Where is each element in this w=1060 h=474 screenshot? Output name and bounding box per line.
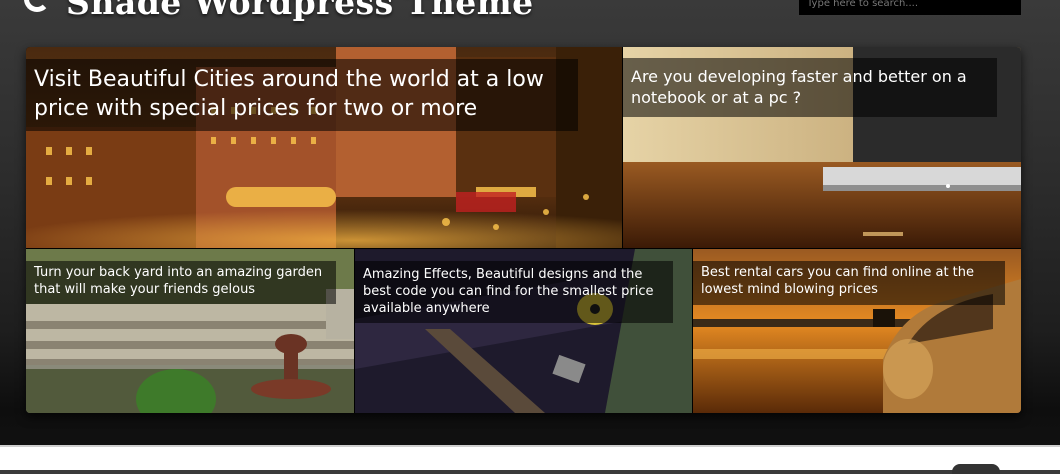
page-footer [0,445,1060,474]
slide-notebook[interactable]: Are you developing faster and better on … [623,47,1021,248]
slide-cars[interactable]: Best rental cars you can find online at … [693,249,1021,413]
slide-caption: Amazing Effects, Beautiful designs and t… [355,261,673,323]
slide-caption: Are you developing faster and better on … [623,58,997,117]
slide-effects[interactable]: Amazing Effects, Beautiful designs and t… [355,249,692,413]
search-input[interactable]: Type here to search.... [798,0,1022,16]
site-title[interactable]: Shade Wordpress Theme [66,0,534,22]
slide-city[interactable]: Visit Beautiful Cities around the world … [26,47,622,248]
slide-caption: Visit Beautiful Cities around the world … [26,59,578,131]
image-slider: Visit Beautiful Cities around the world … [26,47,1021,413]
slide-garden[interactable]: Turn your back yard into an amazing gard… [26,249,354,413]
site-header: Shade Wordpress Theme Type here to searc… [0,0,1060,22]
slide-caption: Best rental cars you can find online at … [693,261,1005,305]
scroll-top-button[interactable] [952,464,1000,474]
slide-caption: Turn your back yard into an amazing gard… [26,261,336,304]
logo-icon[interactable] [24,0,50,12]
